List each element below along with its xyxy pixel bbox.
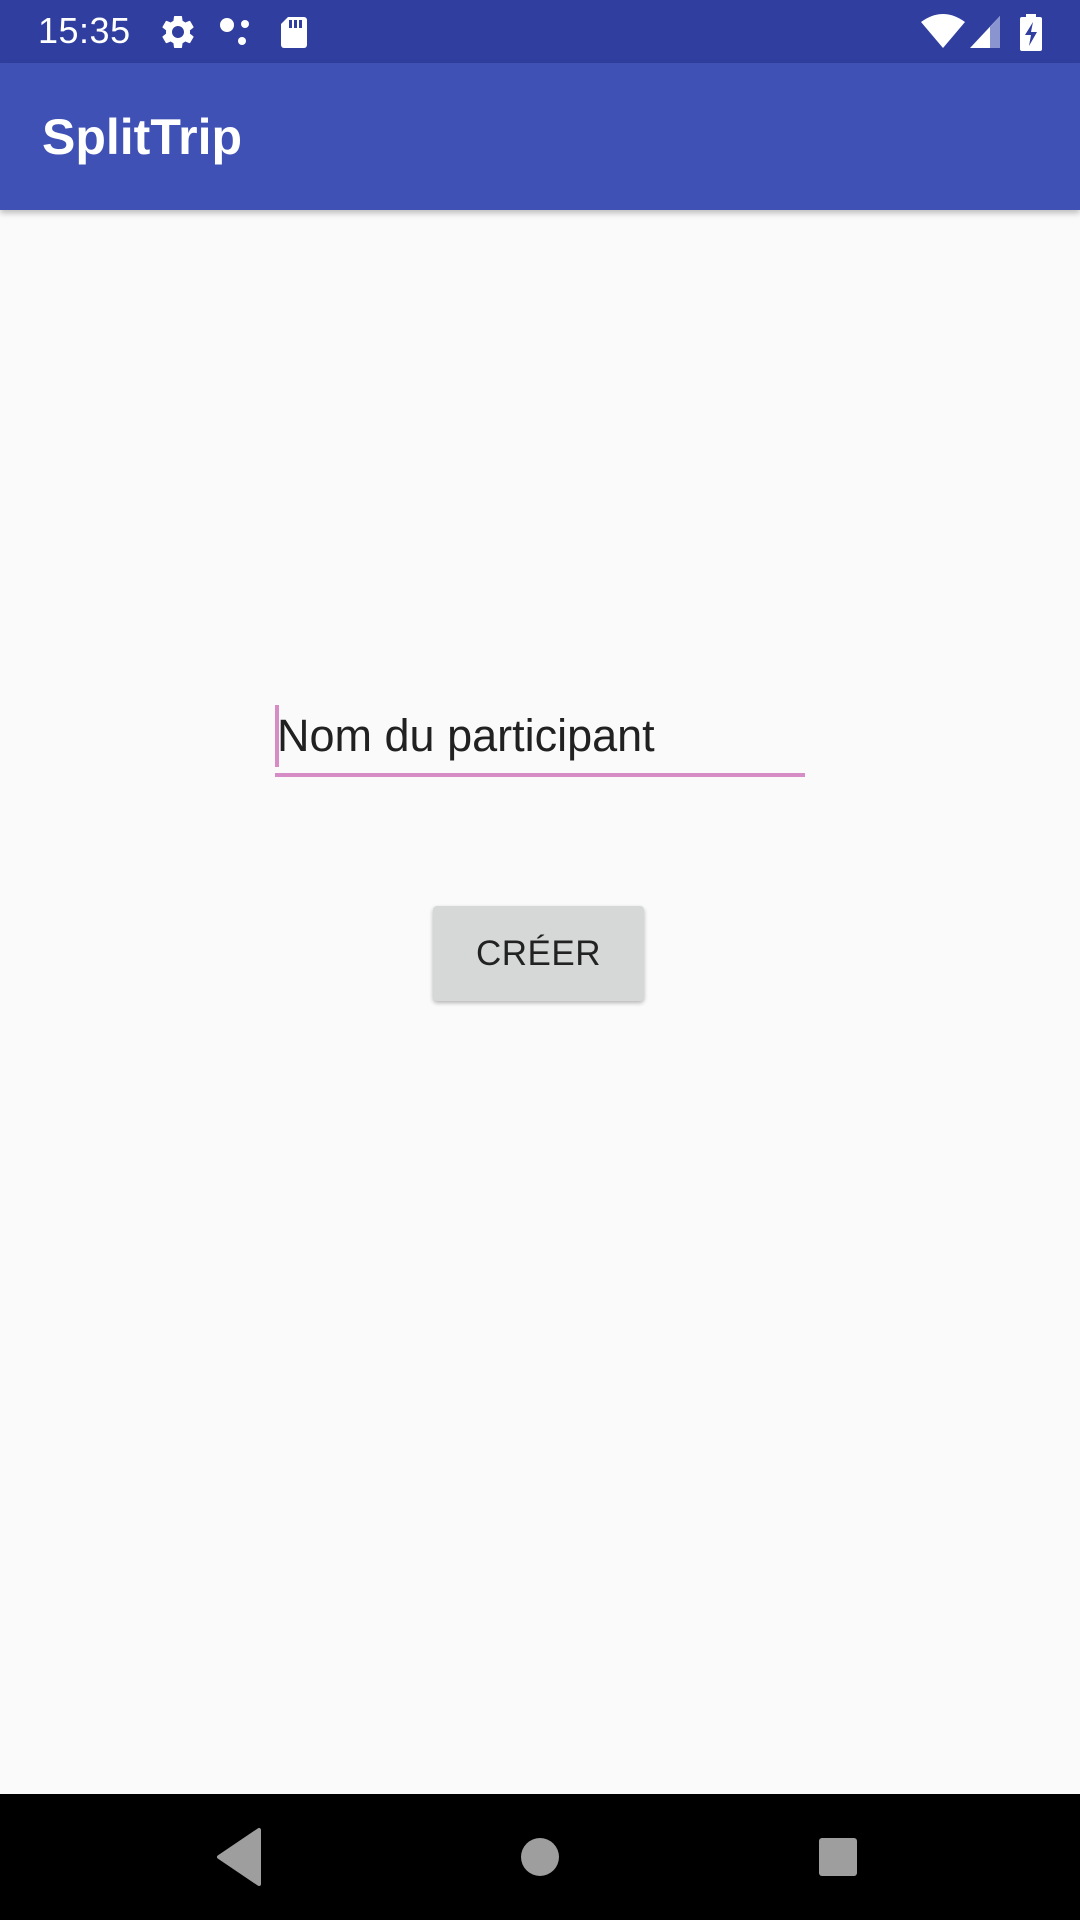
wifi-icon: [921, 14, 965, 48]
navigation-bar: [0, 1794, 1080, 1920]
cell-signal-icon: [970, 16, 1000, 48]
app-title: SplitTrip: [42, 109, 242, 165]
text-cursor: [275, 705, 279, 767]
status-time: 15:35: [38, 10, 131, 51]
gear-icon: [162, 15, 194, 48]
sd-card-icon: [281, 17, 307, 48]
app-bar: SplitTrip: [0, 63, 1080, 210]
dots-icon: [220, 18, 249, 45]
participant-name-field[interactable]: [275, 700, 805, 778]
battery-charging-icon: [1020, 14, 1042, 51]
participant-name-input[interactable]: [275, 700, 805, 772]
status-bar: 15:35: [0, 0, 1080, 63]
home-icon[interactable]: [460, 1794, 620, 1920]
create-button[interactable]: CRÉER: [433, 906, 644, 1001]
input-underline: [275, 773, 805, 777]
back-icon[interactable]: [160, 1794, 320, 1920]
recents-icon[interactable]: [758, 1794, 918, 1920]
